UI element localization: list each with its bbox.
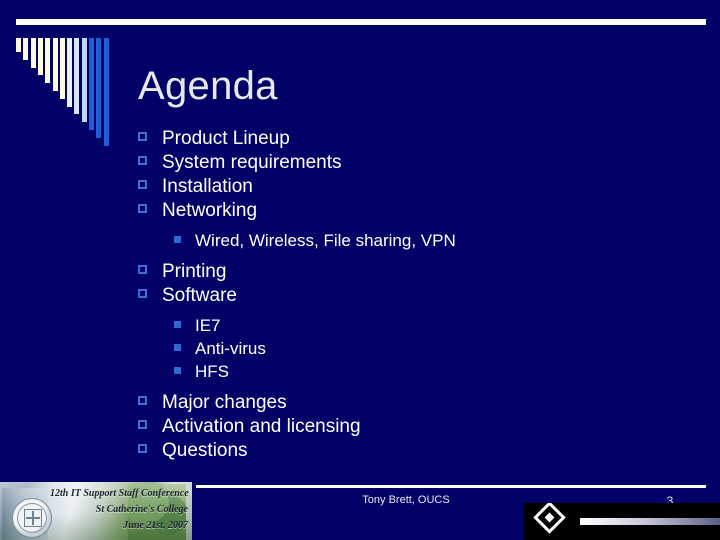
agenda-item: Activation and licensing	[138, 416, 698, 440]
conference-title-line: 12th IT Support Staff Conference	[50, 488, 189, 499]
agenda-item: System requirements	[138, 152, 698, 176]
decorative-bar	[16, 38, 21, 52]
agenda-item: Networking	[138, 200, 698, 224]
college-crest-icon	[12, 498, 52, 538]
square-outline-bullet-icon	[138, 204, 147, 213]
square-outline-bullet-icon	[138, 289, 147, 298]
agenda-item-label: IE7	[195, 316, 221, 335]
agenda-item-label: Questions	[162, 440, 248, 461]
presentation-slide: Agenda Product Lineup System requirements…	[0, 0, 720, 540]
decorative-bar	[89, 38, 94, 130]
decorative-bar	[103, 38, 109, 146]
agenda-subitem: Anti-virus	[174, 339, 698, 362]
agenda-item: Software	[138, 285, 698, 309]
decorative-bar	[67, 38, 73, 107]
agenda-item: Installation	[138, 176, 698, 200]
agenda-item-label: Activation and licensing	[162, 416, 361, 437]
crest-shield	[24, 509, 42, 527]
square-outline-bullet-icon	[138, 180, 147, 189]
decorative-bar	[74, 38, 80, 115]
agenda-subitem: HFS	[174, 362, 698, 385]
sponsor-logo-banner	[524, 503, 720, 540]
agenda-item-label: Major changes	[162, 392, 287, 413]
agenda-subitem: IE7	[174, 316, 698, 339]
decorative-bar	[59, 38, 65, 99]
agenda-item: Questions	[138, 440, 698, 464]
decorative-bar	[96, 38, 102, 138]
agenda-subitem: Wired, Wireless, File sharing, VPN	[174, 231, 698, 254]
agenda-item-label: Printing	[162, 261, 227, 282]
square-outline-bullet-icon	[138, 396, 147, 405]
decorative-bar	[37, 38, 43, 76]
top-divider-rule	[16, 19, 706, 25]
square-filled-bullet-icon	[174, 367, 181, 374]
agenda-item-label: Product Lineup	[162, 128, 290, 149]
square-filled-bullet-icon	[174, 321, 181, 328]
decorative-staircase-bars	[16, 38, 116, 148]
square-outline-bullet-icon	[138, 420, 147, 429]
conference-date-line: June 21st, 2007	[123, 520, 188, 531]
agenda-bullet-list: Product Lineup System requirements Install…	[138, 128, 698, 464]
square-filled-bullet-icon	[174, 236, 181, 243]
agenda-item-label: Installation	[162, 176, 253, 197]
square-filled-bullet-icon	[174, 344, 181, 351]
square-outline-bullet-icon	[138, 265, 147, 274]
agenda-item-label: System requirements	[162, 152, 342, 173]
conference-venue-line: St Catherine's College	[95, 504, 188, 515]
agenda-item-label: Software	[162, 285, 237, 306]
logo-gradient-bar	[580, 518, 720, 525]
decorative-bar	[81, 38, 87, 123]
decorative-bar	[30, 38, 36, 68]
slide-title: Agenda	[138, 64, 278, 108]
agenda-item-label: Anti-virus	[195, 339, 266, 358]
agenda-item-label: Wired, Wireless, File sharing, VPN	[195, 231, 456, 250]
agenda-item-label: Networking	[162, 200, 258, 221]
conference-banner-text: 12th IT Support Staff Conference St Cath…	[50, 486, 190, 534]
decorative-bar	[52, 38, 58, 91]
square-outline-bullet-icon	[138, 156, 147, 165]
agenda-item: Product Lineup	[138, 128, 698, 152]
footer-divider-rule	[196, 485, 706, 488]
square-outline-bullet-icon	[138, 444, 147, 453]
agenda-item-label: HFS	[195, 362, 229, 381]
decorative-bar	[23, 38, 29, 60]
agenda-item: Major changes	[138, 392, 698, 416]
square-outline-bullet-icon	[138, 132, 147, 141]
decorative-bar	[45, 38, 51, 84]
agenda-item: Printing	[138, 261, 698, 285]
